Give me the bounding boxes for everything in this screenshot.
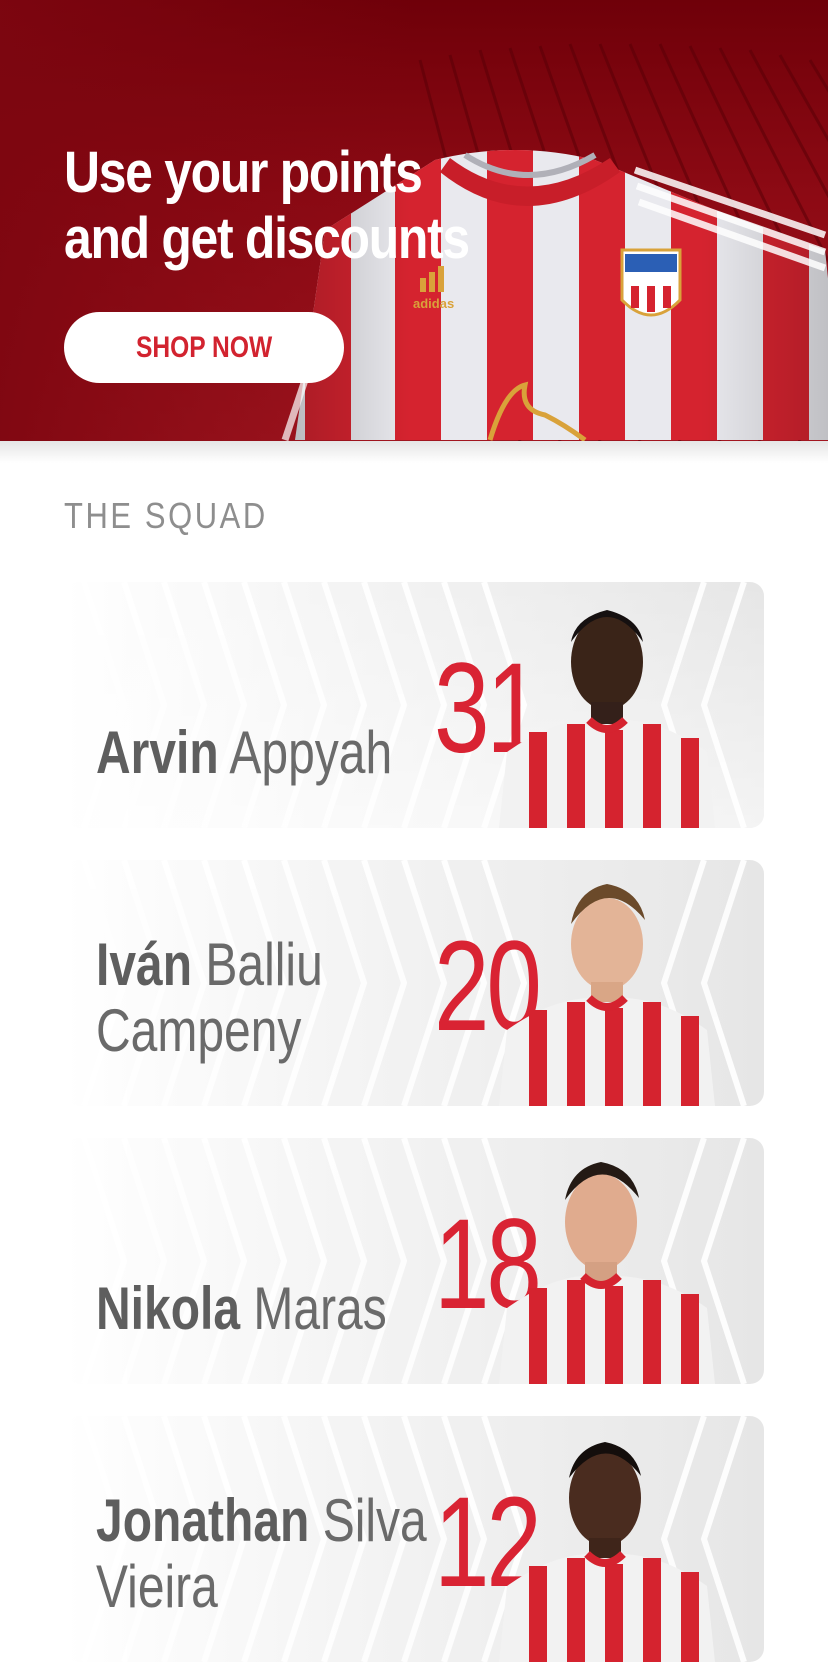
- banner-shadow: [0, 441, 828, 463]
- player-photo: [499, 610, 715, 828]
- player-first-name: Iván: [96, 931, 193, 998]
- svg-text:adidas: adidas: [413, 296, 454, 311]
- player-card[interactable]: 18 Nikola Maras: [64, 1138, 764, 1384]
- promo-banner[interactable]: adidas Use your points and get discounts…: [0, 0, 828, 441]
- player-card[interactable]: 31 Arvin Appyah: [64, 582, 764, 828]
- player-first-name: Arvin: [96, 719, 219, 786]
- player-card[interactable]: 12 Jonathan Silva Vieira: [64, 1416, 764, 1662]
- player-photo: [499, 1162, 715, 1384]
- player-last-name: Balliu: [205, 931, 323, 998]
- player-name: Nikola Maras: [96, 1275, 387, 1342]
- player-name: Arvin Appyah: [96, 719, 392, 786]
- player-name: Iván Balliu Campeny: [96, 932, 384, 1064]
- player-last-name-2: Vieira: [96, 1553, 218, 1620]
- shop-now-label: SHOP NOW: [135, 330, 273, 364]
- section-title: THE SQUAD: [64, 495, 268, 536]
- club-crest-icon: [620, 248, 682, 317]
- player-last-name-2: Campeny: [96, 997, 302, 1064]
- player-card[interactable]: 20 Iván Balliu Campeny: [64, 860, 764, 1106]
- shop-now-button[interactable]: SHOP NOW: [64, 312, 344, 383]
- banner-title: Use your points and get discounts: [64, 140, 470, 272]
- player-last-name: Maras: [253, 1275, 387, 1342]
- player-name: Jonathan Silva Vieira: [96, 1487, 427, 1620]
- player-last-name: Silva: [322, 1487, 427, 1554]
- banner-title-line-2: and get discounts: [64, 206, 470, 271]
- player-photo: [499, 1442, 715, 1662]
- banner-title-line-1: Use your points: [64, 140, 423, 205]
- player-first-name: Nikola: [96, 1275, 241, 1342]
- player-first-name: Jonathan: [96, 1487, 310, 1554]
- player-photo: [499, 884, 715, 1106]
- player-last-name: Appyah: [229, 719, 393, 786]
